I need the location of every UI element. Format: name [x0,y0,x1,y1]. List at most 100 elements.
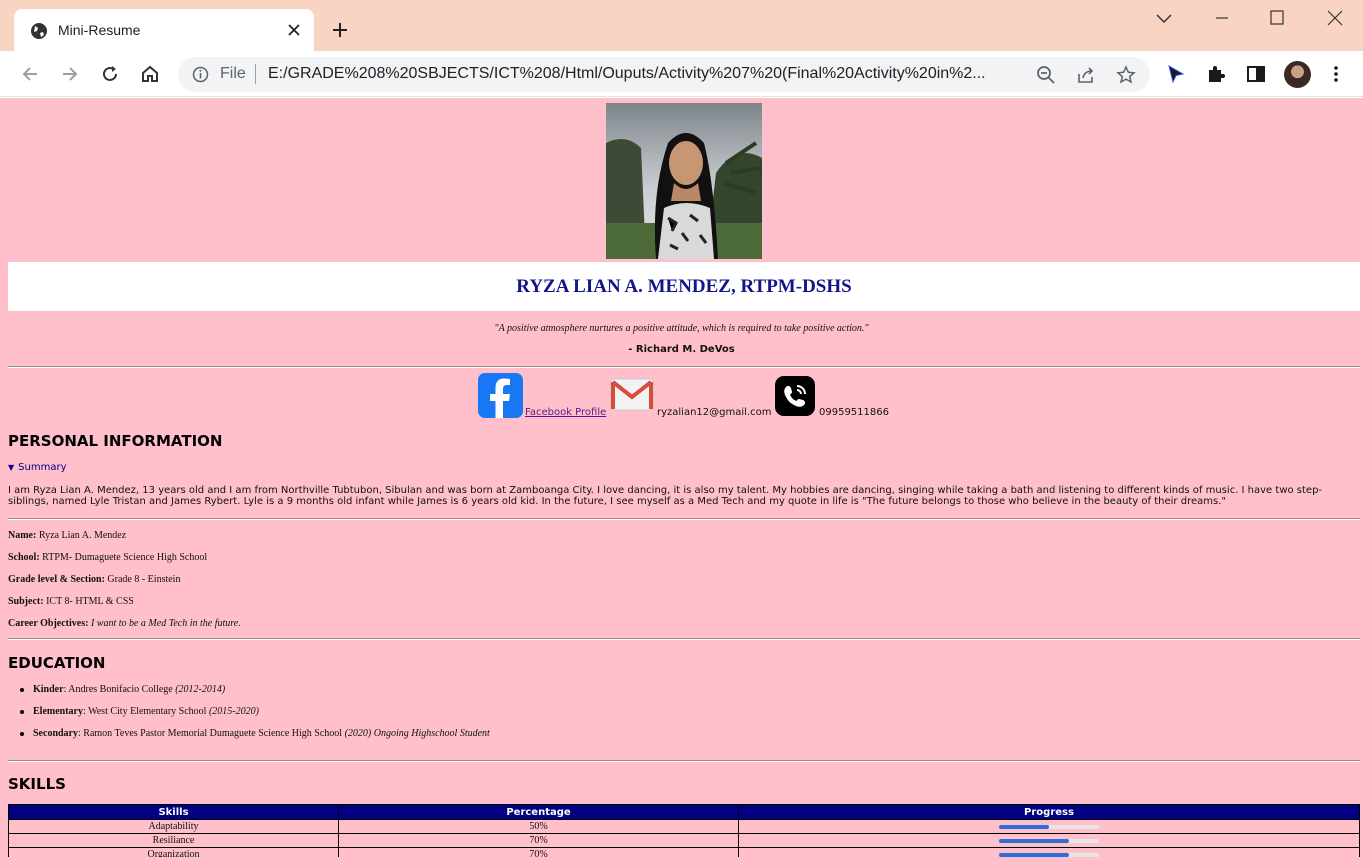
person-name: RYZA LIAN A. MENDEZ, RTPM-DSHS [516,276,852,297]
info-value: I want to be a Med Tech in the future. [88,618,241,629]
info-value: Grade 8 - Einstein [104,574,181,585]
column-header: Progress [738,804,1360,820]
profile-photo [606,103,762,259]
zoom-icon[interactable] [1036,65,1056,85]
edu-level: Kinder [33,684,64,695]
edu-school: : West City Elementary School [83,706,209,717]
menu-kebab-icon[interactable] [1325,63,1347,85]
column-header: Skills [8,804,339,820]
reload-icon[interactable] [99,63,121,85]
skill-name: Resiliance [8,833,339,848]
skill-progress-cell [738,819,1360,834]
info-value: Ryza Lian A. Mendez [36,530,127,541]
tab-mini-resume[interactable]: Mini-Resume [14,9,314,51]
tab-strip: Mini-Resume [0,0,1363,51]
info-subject: Subject: ICT 8- HTML & CSS [8,596,134,607]
edu-years: (2015-2020) [208,706,259,717]
table-row: Adaptability 50% [8,819,1360,834]
edu-level: Elementary [33,706,83,717]
progress-bar [999,824,1099,829]
progress-fill [999,838,1069,843]
education-item: Elementary: West City Elementary School … [20,706,259,717]
skill-progress-cell [738,847,1360,857]
bookmark-star-icon[interactable] [1116,65,1136,85]
email-icon [610,378,654,411]
forward-icon[interactable] [59,63,81,85]
new-tab-icon[interactable] [330,20,350,40]
browser-toolbar: File E:/GRADE%208%20SBJECTS/ICT%208/Html… [0,51,1363,97]
divider [8,760,1360,762]
skills-heading: SKILLS [8,775,66,793]
skill-name: Organization [8,847,339,857]
table-row: Organization 70% [8,847,1360,857]
share-icon[interactable] [1076,65,1096,85]
quote-text: "A positive atmosphere nurtures a positi… [494,323,869,334]
info-label: Name: [8,530,37,541]
skill-name: Adaptability [8,819,339,834]
progress-fill [999,852,1069,857]
url-text[interactable]: E:/GRADE%208%20SBJECTS/ICT%208/Html/Oupu… [268,65,1048,83]
info-value: ICT 8- HTML & CSS [43,596,134,607]
education-item: Kinder: Andres Bonifacio College (2012-2… [19,684,226,695]
progress-bar [999,852,1099,857]
edu-years: (2012-2014) [175,684,226,695]
divider [8,518,1360,520]
tab-search-chevron-icon[interactable] [1154,10,1174,26]
facebook-profile-link[interactable]: Facebook Profile [525,407,606,418]
home-icon[interactable] [139,63,161,85]
divider [8,366,1360,368]
tab-title: Mini-Resume [58,22,141,38]
close-icon[interactable] [285,21,303,39]
education-item: Secondary: Ramon Teves Pastor Memorial D… [20,728,490,739]
address-bar[interactable]: File E:/GRADE%208%20SBJECTS/ICT%208/Html… [178,57,1150,92]
maximize-icon[interactable] [1267,10,1287,26]
summary-label: Summary [18,462,67,473]
name-banner: RYZA LIAN A. MENDEZ, RTPM-DSHS [8,262,1360,311]
side-panel-icon[interactable] [1245,63,1267,85]
edu-school: : Andres Bonifacio College [63,684,176,695]
info-career: Career Objectives: I want to be a Med Te… [8,618,241,629]
minimize-icon[interactable] [1212,10,1232,26]
edu-years: (2020) Ongoing Highschool Student [344,728,490,739]
skill-percentage: 50% [338,819,739,834]
info-grade: Grade level & Section: Grade 8 - Einstei… [8,574,180,585]
globe-icon [31,23,47,39]
personal-info-heading: PERSONAL INFORMATION [8,432,223,450]
profile-avatar[interactable] [1284,61,1311,88]
info-label: School: [8,552,40,563]
summary-paragraph: I am Ryza Lian A. Mendez, 13 years old a… [8,485,1323,507]
info-name: Name: Ryza Lian A. Mendez [8,530,126,541]
column-header: Percentage [338,804,739,820]
url-separator [255,64,256,84]
progress-bar [999,838,1099,843]
email-address: ryzalian12@gmail.com [657,407,772,418]
cursor-extension-icon[interactable] [1165,63,1187,85]
edu-level: Secondary [33,728,78,739]
info-label: Grade level & Section: [8,574,105,585]
skill-percentage: 70% [338,847,739,857]
progress-fill [999,824,1049,829]
window-close-icon[interactable] [1325,10,1345,26]
education-heading: EDUCATION [8,654,106,672]
info-label: Subject: [8,596,44,607]
phone-number: 09959511866 [819,407,889,418]
resume-page: RYZA LIAN A. MENDEZ, RTPM-DSHS "A positi… [0,98,1363,857]
back-icon[interactable] [19,63,41,85]
skills-table: Skills Percentage Progress Adaptability … [8,804,1360,857]
divider [8,638,1360,640]
quote-author: - Richard M. DeVos [628,344,735,355]
extensions-puzzle-icon[interactable] [1205,63,1227,85]
skill-percentage: 70% [338,833,739,848]
table-row: Resiliance 70% [8,833,1360,848]
info-value: RTPM- Dumaguete Science High School [39,552,208,563]
facebook-icon[interactable] [478,373,523,418]
disclosure-triangle-icon: ▼ [8,463,15,472]
info-school: School: RTPM- Dumaguete Science High Sch… [8,552,207,563]
summary-toggle[interactable]: ▼ Summary [8,462,66,473]
site-info-icon[interactable] [192,66,209,83]
phone-icon [775,376,815,416]
skill-progress-cell [738,833,1360,848]
edu-school: : Ramon Teves Pastor Memorial Dumaguete … [78,728,345,739]
url-scheme: File [220,65,246,82]
info-label: Career Objectives: [8,618,89,629]
